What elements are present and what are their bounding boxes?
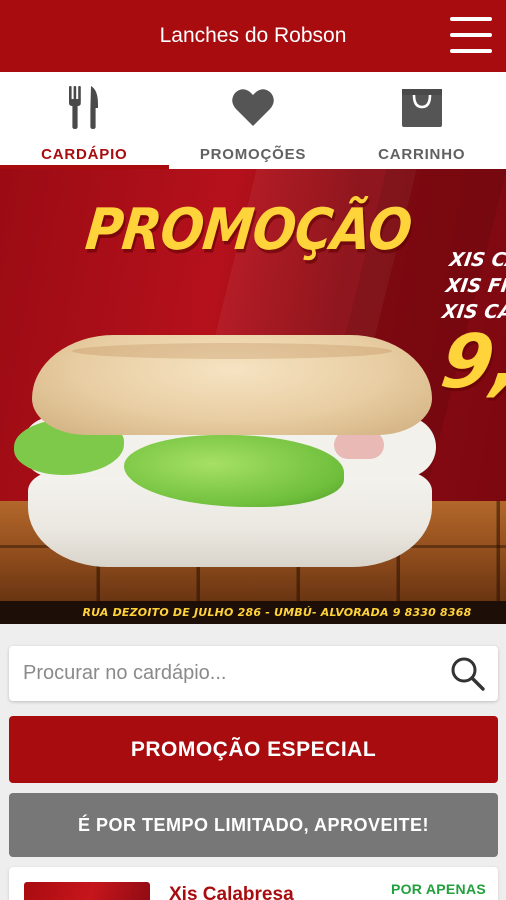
tab-bar: CARDÁPIO PROMOÇÕES CARRINHO (0, 72, 506, 169)
sandwich-image (14, 335, 444, 575)
product-thumbnail (24, 882, 150, 900)
banner-address: RUA DEZOITO DE JULHO 286 - UMBÚ- ALVORAD… (82, 606, 472, 619)
product-card[interactable]: Xis Calabresa POR APENAS (9, 867, 498, 900)
tab-label-promocoes: PROMOÇÕES (199, 146, 307, 163)
heart-icon (231, 84, 275, 130)
limited-time-banner: É POR TEMPO LIMITADO, APROVEITE! (9, 793, 498, 857)
app-header: Lanches do Robson (0, 0, 506, 72)
app-title: Lanches do Robson (159, 24, 347, 47)
promo-banner[interactable]: PROMOÇÃO XIS CAR XIS FRAI XIS CALA 9, RU… (0, 169, 506, 624)
banner-price: 9, (435, 319, 506, 405)
tab-label-carrinho: CARRINHO (378, 146, 466, 163)
hamburger-menu-icon[interactable] (450, 17, 492, 53)
tab-carrinho[interactable]: CARRINHO (337, 72, 506, 169)
product-name: Xis Calabresa (169, 884, 294, 900)
tab-label-cardapio: CARDÁPIO (41, 146, 128, 163)
search-input[interactable] (23, 662, 438, 685)
search-icon[interactable] (438, 646, 498, 701)
banner-address-strip: RUA DEZOITO DE JULHO 286 - UMBÚ- ALVORAD… (0, 601, 506, 624)
banner-item: XIS CAR (448, 249, 506, 271)
product-price-label: POR APENAS (390, 881, 486, 897)
shopping-bag-icon (400, 84, 444, 130)
special-promo-button[interactable]: PROMOÇÃO ESPECIAL (9, 716, 498, 783)
tab-promocoes[interactable]: PROMOÇÕES (169, 72, 338, 169)
tab-cardapio[interactable]: CARDÁPIO (0, 72, 169, 169)
banner-item-list: XIS CAR XIS FRAI XIS CALA (441, 247, 506, 325)
banner-title: PROMOÇÃO (82, 197, 415, 264)
app-screen: Lanches do Robson CARDÁPIO PROMOÇÕES CAR… (0, 0, 506, 900)
banner-item: XIS FRAI (444, 275, 506, 297)
search-bar (9, 646, 498, 701)
fork-knife-icon (67, 84, 101, 130)
